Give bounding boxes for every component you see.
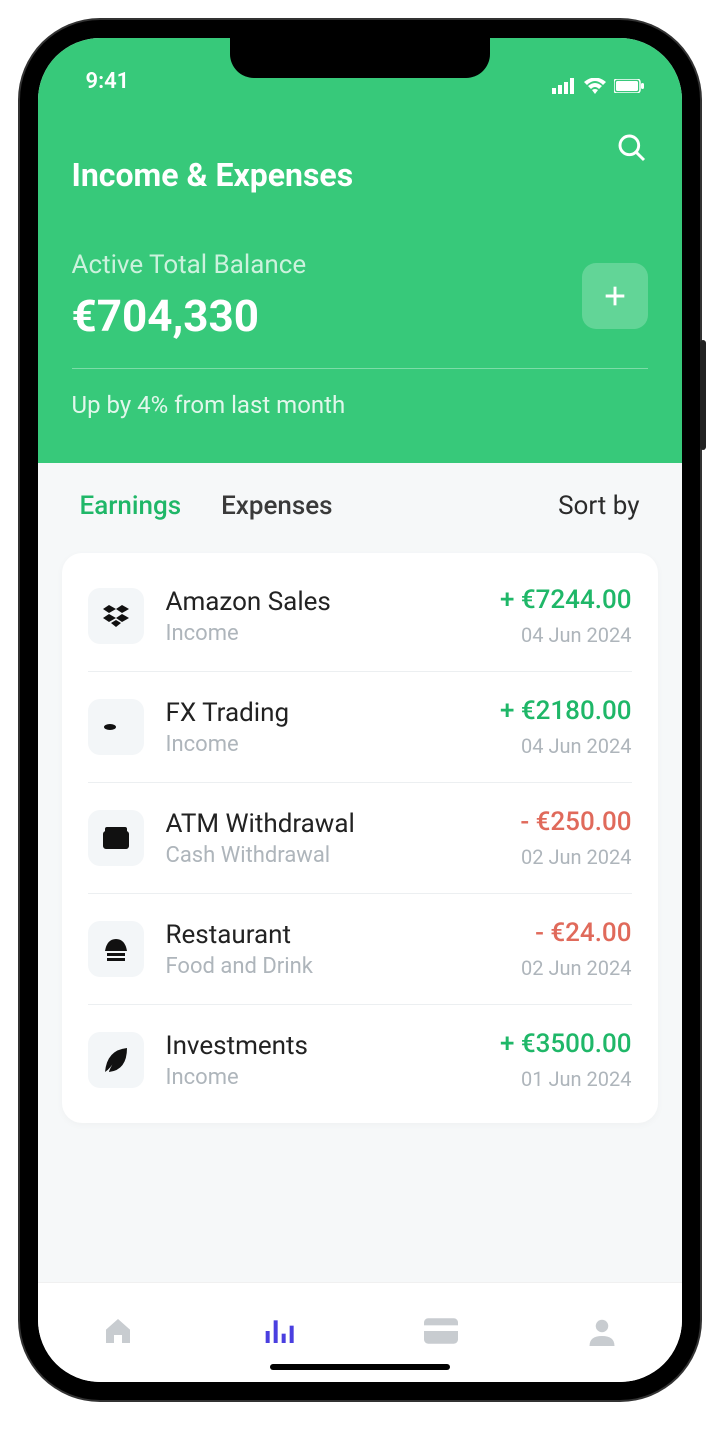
dropbox-icon (88, 588, 144, 644)
transaction-date: 04 Jun 2024 (500, 623, 632, 647)
transaction-title: FX Trading (166, 698, 478, 728)
page-title: Income & Expenses (72, 156, 354, 194)
card-icon (424, 1318, 458, 1344)
home-indicator[interactable] (270, 1364, 450, 1370)
transactions-card: Amazon Sales Income + €7244.00 04 Jun 20… (62, 553, 658, 1123)
transaction-subtitle: Food and Drink (166, 954, 500, 979)
sort-by-button[interactable]: Sort by (558, 491, 639, 521)
search-icon[interactable] (616, 132, 648, 164)
leaf-icon (88, 1032, 144, 1088)
transaction-row[interactable]: Restaurant Food and Drink - €24.00 02 Ju… (88, 894, 632, 1005)
transaction-row[interactable]: ATM Withdrawal Cash Withdrawal - €250.00… (88, 783, 632, 894)
signal-icon (552, 78, 576, 94)
header: Income & Expenses Active Total Balance €… (38, 98, 682, 463)
status-time: 9:41 (86, 69, 130, 94)
transaction-date: 04 Jun 2024 (500, 734, 632, 758)
transaction-amount: + €3500.00 (500, 1029, 632, 1059)
add-button[interactable] (582, 263, 648, 329)
nav-profile[interactable] (587, 1316, 617, 1350)
transaction-title: Amazon Sales (166, 587, 478, 617)
phone-side-button (700, 340, 706, 450)
home-icon (102, 1315, 134, 1347)
phone-screen: 9:41 Income & Expenses Active Total Bala… (38, 38, 682, 1382)
header-divider (72, 368, 648, 369)
transaction-row[interactable]: Investments Income + €3500.00 01 Jun 202… (88, 1005, 632, 1115)
nav-cards[interactable] (424, 1318, 458, 1348)
transaction-amount: - €250.00 (520, 807, 631, 837)
transaction-title: ATM Withdrawal (166, 809, 499, 839)
transaction-amount: + €7244.00 (500, 585, 632, 615)
tabs-row: Earnings Expenses Sort by (62, 491, 658, 521)
fx-icon (88, 699, 144, 755)
balance-value: €704,330 (72, 290, 307, 342)
status-icons (552, 78, 644, 94)
transaction-subtitle: Income (166, 621, 478, 646)
body: Earnings Expenses Sort by Amazon Sales I… (38, 463, 682, 1282)
transaction-title: Restaurant (166, 920, 500, 950)
balance-trend: Up by 4% from last month (72, 391, 648, 419)
tab-expenses[interactable]: Expenses (221, 491, 332, 521)
wallet-icon (88, 810, 144, 866)
plus-icon (601, 282, 629, 310)
profile-icon (587, 1316, 617, 1346)
phone-notch (230, 38, 490, 78)
transaction-date: 02 Jun 2024 (521, 956, 631, 980)
tab-earnings[interactable]: Earnings (80, 491, 182, 521)
phone-frame: 9:41 Income & Expenses Active Total Bala… (20, 20, 700, 1400)
transaction-amount: + €2180.00 (500, 696, 632, 726)
transaction-row[interactable]: Amazon Sales Income + €7244.00 04 Jun 20… (88, 561, 632, 672)
transaction-subtitle: Income (166, 732, 478, 757)
transaction-amount: - €24.00 (521, 918, 631, 948)
restaurant-icon (88, 921, 144, 977)
balance-label: Active Total Balance (72, 250, 307, 280)
stats-icon (263, 1315, 295, 1347)
transaction-title: Investments (166, 1031, 478, 1061)
transaction-date: 02 Jun 2024 (520, 845, 631, 869)
transaction-subtitle: Cash Withdrawal (166, 843, 499, 868)
battery-icon (614, 79, 644, 93)
transaction-date: 01 Jun 2024 (500, 1067, 632, 1091)
transaction-row[interactable]: FX Trading Income + €2180.00 04 Jun 2024 (88, 672, 632, 783)
nav-home[interactable] (102, 1315, 134, 1351)
nav-stats[interactable] (263, 1315, 295, 1351)
wifi-icon (584, 78, 606, 94)
transaction-subtitle: Income (166, 1065, 478, 1090)
